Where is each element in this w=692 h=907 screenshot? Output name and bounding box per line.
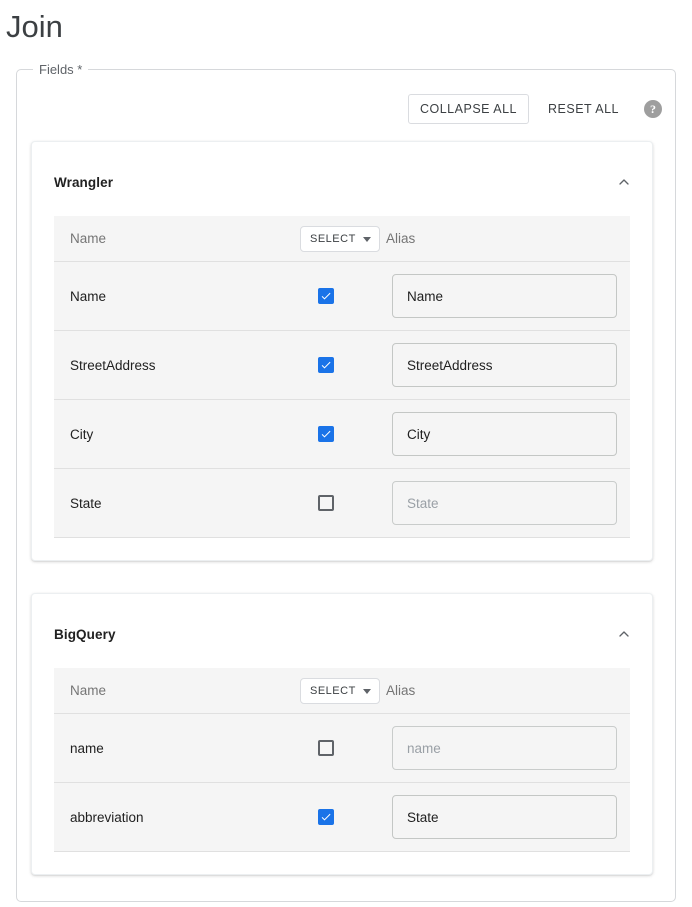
field-alias-cell: [384, 795, 630, 839]
field-cards-container: WranglerNameSELECTAliasNameStreetAddress…: [31, 141, 653, 907]
card-title: Wrangler: [54, 175, 113, 190]
field-name: name: [70, 741, 308, 756]
page-title: Join: [0, 0, 692, 46]
alias-input[interactable]: [392, 795, 617, 839]
column-header-name: Name: [70, 683, 308, 698]
field-checkbox-unchecked[interactable]: [318, 495, 334, 511]
field-checkbox-cell: [308, 288, 384, 304]
fields-toolbar: COLLAPSE ALL RESET ALL ?: [408, 94, 666, 124]
field-checkbox-cell: [308, 357, 384, 373]
field-checkbox-unchecked[interactable]: [318, 740, 334, 756]
card-title: BigQuery: [54, 627, 116, 642]
select-dropdown-button[interactable]: SELECT: [300, 678, 380, 704]
card-header-bigquery[interactable]: BigQuery: [32, 594, 652, 652]
alias-input: [392, 481, 617, 525]
field-checkbox-checked[interactable]: [318, 357, 334, 373]
card-body: NameSELECT Alias name abbreviation: [32, 652, 652, 874]
alias-input[interactable]: [392, 343, 617, 387]
table-header-row: NameSELECT Alias: [54, 216, 630, 262]
column-header-alias: Alias: [376, 231, 630, 246]
field-checkbox-checked[interactable]: [318, 809, 334, 825]
chevron-up-icon[interactable]: [616, 626, 632, 642]
fields-table: NameSELECTAliasNameStreetAddressCityStat…: [54, 216, 630, 538]
field-name: StreetAddress: [70, 358, 308, 373]
select-dropdown-cell: SELECT: [300, 678, 376, 704]
field-name: State: [70, 496, 308, 511]
field-checkbox-cell: [308, 495, 384, 511]
field-alias-cell: [384, 412, 630, 456]
table-header-row: NameSELECT Alias: [54, 668, 630, 714]
alias-input[interactable]: [392, 412, 617, 456]
field-alias-cell: [384, 481, 630, 525]
select-dropdown-label: SELECT: [310, 686, 356, 697]
field-name: Name: [70, 289, 308, 304]
collapse-all-button[interactable]: COLLAPSE ALL: [408, 94, 529, 124]
field-alias-cell: [384, 343, 630, 387]
field-name: City: [70, 427, 308, 442]
field-checkbox-cell: [308, 809, 384, 825]
field-checkbox-cell: [308, 740, 384, 756]
card-body: NameSELECTAliasNameStreetAddressCityStat…: [32, 200, 652, 560]
help-circle-icon[interactable]: ?: [644, 100, 662, 118]
column-header-name: Name: [70, 231, 308, 246]
alias-input[interactable]: [392, 274, 617, 318]
column-header-alias: Alias: [376, 683, 630, 698]
fields-fieldset: Fields * COLLAPSE ALL RESET ALL ? Wrangl…: [16, 62, 676, 902]
table-row: abbreviation: [54, 783, 630, 852]
field-name: abbreviation: [70, 810, 308, 825]
table-row: StreetAddress: [54, 331, 630, 400]
fields-table: NameSELECT Alias name abbreviation: [54, 668, 630, 852]
alias-input: [392, 726, 617, 770]
field-alias-cell: [384, 726, 630, 770]
reset-all-button[interactable]: RESET ALL: [537, 95, 630, 123]
table-row: State: [54, 469, 630, 538]
table-row: City: [54, 400, 630, 469]
select-dropdown-button[interactable]: SELECT: [300, 226, 380, 252]
field-checkbox-checked[interactable]: [318, 288, 334, 304]
table-row: Name: [54, 262, 630, 331]
field-alias-cell: [384, 274, 630, 318]
chevron-down-icon: [363, 237, 371, 242]
chevron-down-icon: [363, 689, 371, 694]
field-card: BigQuery NameSELECT Alias name abbreviation: [31, 593, 653, 875]
fields-legend: Fields *: [33, 62, 88, 77]
field-card: WranglerNameSELECTAliasNameStreetAddress…: [31, 141, 653, 561]
table-row: name: [54, 714, 630, 783]
select-dropdown-cell: SELECT: [300, 226, 376, 252]
chevron-up-icon[interactable]: [616, 174, 632, 190]
select-dropdown-label: SELECT: [310, 234, 356, 245]
card-header-wrangler[interactable]: Wrangler: [32, 142, 652, 200]
field-checkbox-cell: [308, 426, 384, 442]
field-checkbox-checked[interactable]: [318, 426, 334, 442]
